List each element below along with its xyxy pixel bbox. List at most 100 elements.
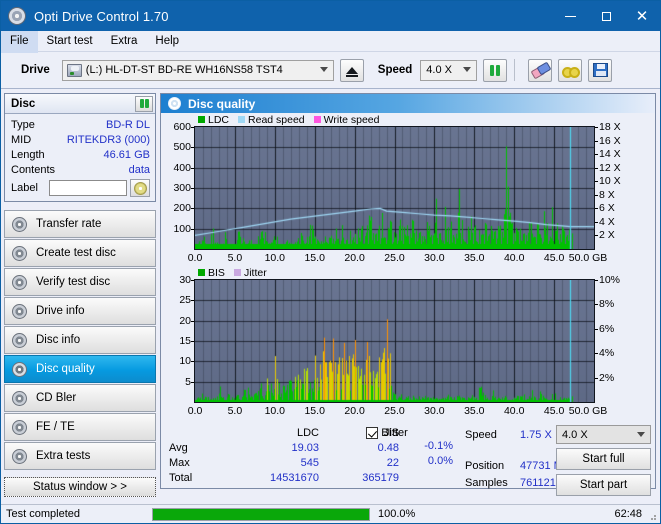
- x-tick-label: 30.0: [424, 405, 445, 417]
- y2-tick: [595, 377, 598, 379]
- status-window-button[interactable]: Status window > >: [4, 477, 156, 497]
- sidebar-item-extra-tests[interactable]: Extra tests: [4, 442, 156, 470]
- start-full-label: Start full: [582, 453, 625, 465]
- menu-file-label: File: [10, 35, 29, 47]
- eject-button[interactable]: [339, 58, 364, 82]
- disc-refresh-button[interactable]: [135, 95, 153, 112]
- sidebar-item-disc-info[interactable]: Disc info: [4, 326, 156, 354]
- disc-label-key: Label: [11, 182, 38, 194]
- glasses-icon: [562, 64, 581, 78]
- test-speed-select[interactable]: 4.0 X: [556, 425, 651, 444]
- speed-select[interactable]: 4.0 X: [420, 59, 478, 81]
- maximize-button[interactable]: [588, 1, 624, 31]
- save-button[interactable]: [588, 58, 613, 82]
- x-tick-label: 35.0: [464, 252, 485, 264]
- speed-label: Speed: [377, 64, 413, 76]
- sidebar-item-label: Disc quality: [36, 363, 95, 375]
- disc-quality-header: Disc quality: [161, 94, 655, 113]
- chevron-down-icon: [319, 67, 328, 72]
- disc-panel-title: Disc: [11, 97, 36, 110]
- disc-icon: [12, 419, 27, 435]
- disc-label-row: Label: [11, 179, 150, 197]
- sidebar-item-verify-test-disc[interactable]: Verify test disc: [4, 268, 156, 296]
- refresh-drive-button[interactable]: [483, 58, 508, 82]
- menu-extra[interactable]: Extra: [102, 29, 147, 53]
- y2-tick-label: 10 X: [599, 175, 621, 188]
- sidebar-item-transfer-rate[interactable]: Transfer rate: [4, 210, 156, 238]
- y2-tick: [595, 208, 598, 210]
- ldc-plot-area[interactable]: [194, 126, 595, 250]
- drive-label: Drive: [21, 64, 50, 76]
- sidebar-item-label: Drive info: [36, 305, 85, 317]
- content-area: Disc quality LDC Read speed Write speed …: [159, 89, 660, 496]
- erase-button[interactable]: [528, 58, 553, 82]
- chevron-down-icon: [637, 431, 645, 437]
- start-part-button[interactable]: Start part: [556, 474, 651, 496]
- inspect-button[interactable]: [558, 58, 583, 82]
- start-part-label: Start part: [579, 479, 628, 491]
- sidebar-item-fe-te[interactable]: FE / TE: [4, 413, 156, 441]
- sidebar-item-drive-info[interactable]: Drive info: [4, 297, 156, 325]
- y2-tick-label: 6 X: [599, 202, 615, 215]
- readout-position-label: Position: [465, 459, 505, 472]
- x-tick-label: 5.0: [227, 252, 243, 264]
- bis-y-axis-left: 5 10 15 20 25 30: [161, 274, 194, 403]
- x-tick-label: 0.0: [187, 405, 203, 417]
- legend-item-read-speed: Read speed: [238, 114, 305, 126]
- stats-max-ldc: 545: [300, 456, 319, 469]
- resize-grip[interactable]: [647, 511, 657, 521]
- drive-icon: [66, 63, 82, 77]
- y-tick-label: 200: [173, 202, 191, 215]
- menu-file[interactable]: File: [1, 29, 38, 53]
- progress-fill: [153, 508, 369, 520]
- y2-tick: [595, 221, 598, 223]
- application-window: Opti Drive Control 1.70 ✕ File Start tes…: [0, 0, 661, 524]
- legend-label-bis: BIS: [208, 266, 225, 279]
- action-buttons: 4.0 X Start full Start part: [556, 425, 651, 496]
- y-tick-label: 300: [173, 182, 191, 194]
- ldc-x-axis: 0.0 5.0 10.0 15.0 20.0 25.0 30.0 35.0 40.0 45.0 50…: [188, 250, 608, 266]
- disc-mid-value: RITEKDR3 (000): [66, 133, 150, 146]
- y2-tick-label: 2%: [599, 371, 615, 384]
- jitter-checkbox[interactable]: [366, 426, 378, 439]
- y2-tick: [595, 140, 598, 142]
- sidebar-item-disc-quality[interactable]: Disc quality: [4, 355, 156, 383]
- legend-label-ldc: LDC: [208, 113, 230, 126]
- sidebar-item-create-test-disc[interactable]: Create test disc: [4, 239, 156, 267]
- sidebar-item-label: CD Bler: [36, 392, 77, 404]
- bis-plot-area[interactable]: [194, 279, 595, 403]
- menu-help[interactable]: Help: [146, 29, 188, 53]
- sidebar-item-cd-bler[interactable]: CD Bler: [4, 384, 156, 412]
- close-button[interactable]: ✕: [624, 1, 660, 31]
- y2-tick-label: 18 X: [599, 121, 621, 133]
- legend-label-write-speed: Write speed: [323, 113, 380, 126]
- disc-icon: [12, 361, 27, 377]
- readout-samples-label: Samples: [465, 476, 508, 489]
- disc-label-input[interactable]: [49, 180, 127, 196]
- legend-label-jitter: Jitter: [243, 266, 267, 279]
- stats-avg-ldc: 19.03: [291, 441, 319, 454]
- minimize-icon: [564, 15, 576, 17]
- y2-tick: [595, 154, 598, 156]
- drive-select[interactable]: (L:) HL-DT-ST BD-RE WH16NS58 TST4: [61, 59, 334, 81]
- bis-plot-row: 5 10 15 20 25 30 2% 4% 6% 8% 10%: [161, 274, 655, 403]
- y-tick-label: 600: [173, 121, 191, 133]
- y2-tick-label: 2 X: [599, 229, 615, 242]
- start-full-button[interactable]: Start full: [556, 448, 651, 470]
- panel-title: Disc quality: [188, 96, 256, 111]
- legend-swatch-read-speed: [238, 116, 246, 123]
- y2-tick: [595, 328, 598, 330]
- speed-select-value: 4.0 X: [426, 64, 452, 76]
- disc-contents-value: data: [128, 163, 150, 176]
- legend-item-write-speed: Write speed: [313, 113, 380, 126]
- ldc-y-axis-right: 2 X4 X6 X8 X 10 X 12 X 14 X 16 X 18 X: [595, 121, 625, 250]
- statistics-area: LDC BIS Avg 19.03 0.48 Max 545 22 Total …: [161, 419, 655, 496]
- disc-icon: [12, 332, 27, 348]
- disc-label-browse-button[interactable]: [130, 179, 150, 197]
- menu-start-test[interactable]: Start test: [38, 29, 102, 53]
- disc-icon: [12, 303, 27, 319]
- sidebar-item-label: FE / TE: [36, 421, 75, 433]
- minimize-button[interactable]: [552, 1, 588, 31]
- x-tick-label: 20.0: [344, 252, 365, 264]
- disc-info-list: Type BD-R DL MID RITEKDR3 (000) Length 4…: [5, 114, 155, 201]
